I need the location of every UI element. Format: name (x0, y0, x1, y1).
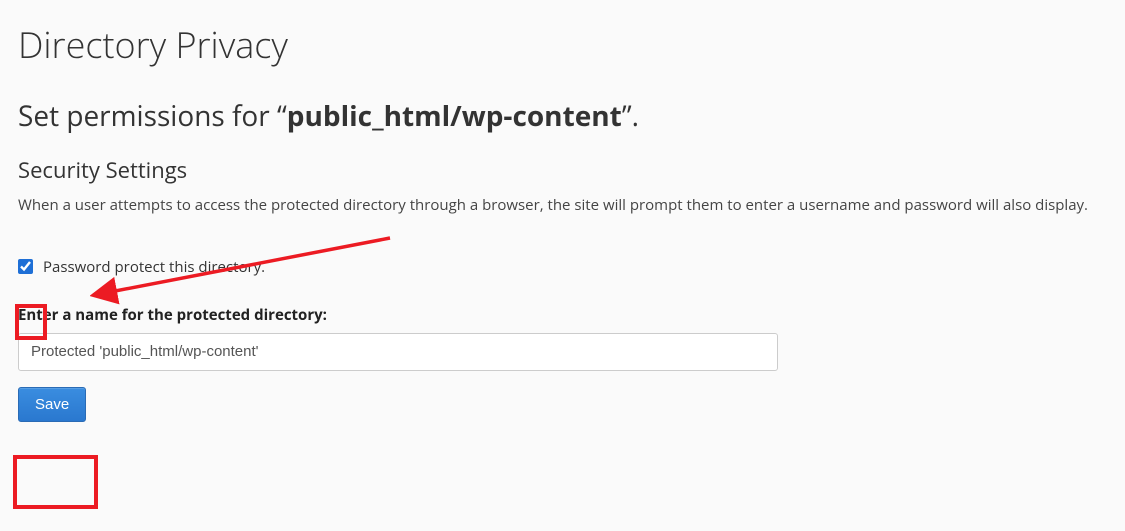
permissions-heading: Set permissions for “public_html/wp-cont… (18, 97, 1107, 135)
annotation-highlight-save (13, 455, 98, 509)
directory-name-input[interactable] (18, 333, 778, 371)
permissions-path: public_html/wp-content (287, 97, 622, 135)
permissions-prefix: Set permissions for “ (18, 97, 287, 135)
security-description: When a user attempts to access the prote… (18, 195, 1107, 217)
directory-name-label: Enter a name for the protected directory… (18, 305, 1107, 325)
page-title: Directory Privacy (18, 20, 1107, 69)
password-protect-checkbox[interactable] (18, 259, 33, 274)
password-protect-row: Password protect this directory. (18, 257, 1107, 277)
security-settings-heading: Security Settings (18, 155, 1107, 185)
permissions-suffix: ”. (622, 97, 639, 135)
save-button[interactable]: Save (18, 387, 86, 422)
password-protect-label[interactable]: Password protect this directory. (43, 257, 265, 277)
